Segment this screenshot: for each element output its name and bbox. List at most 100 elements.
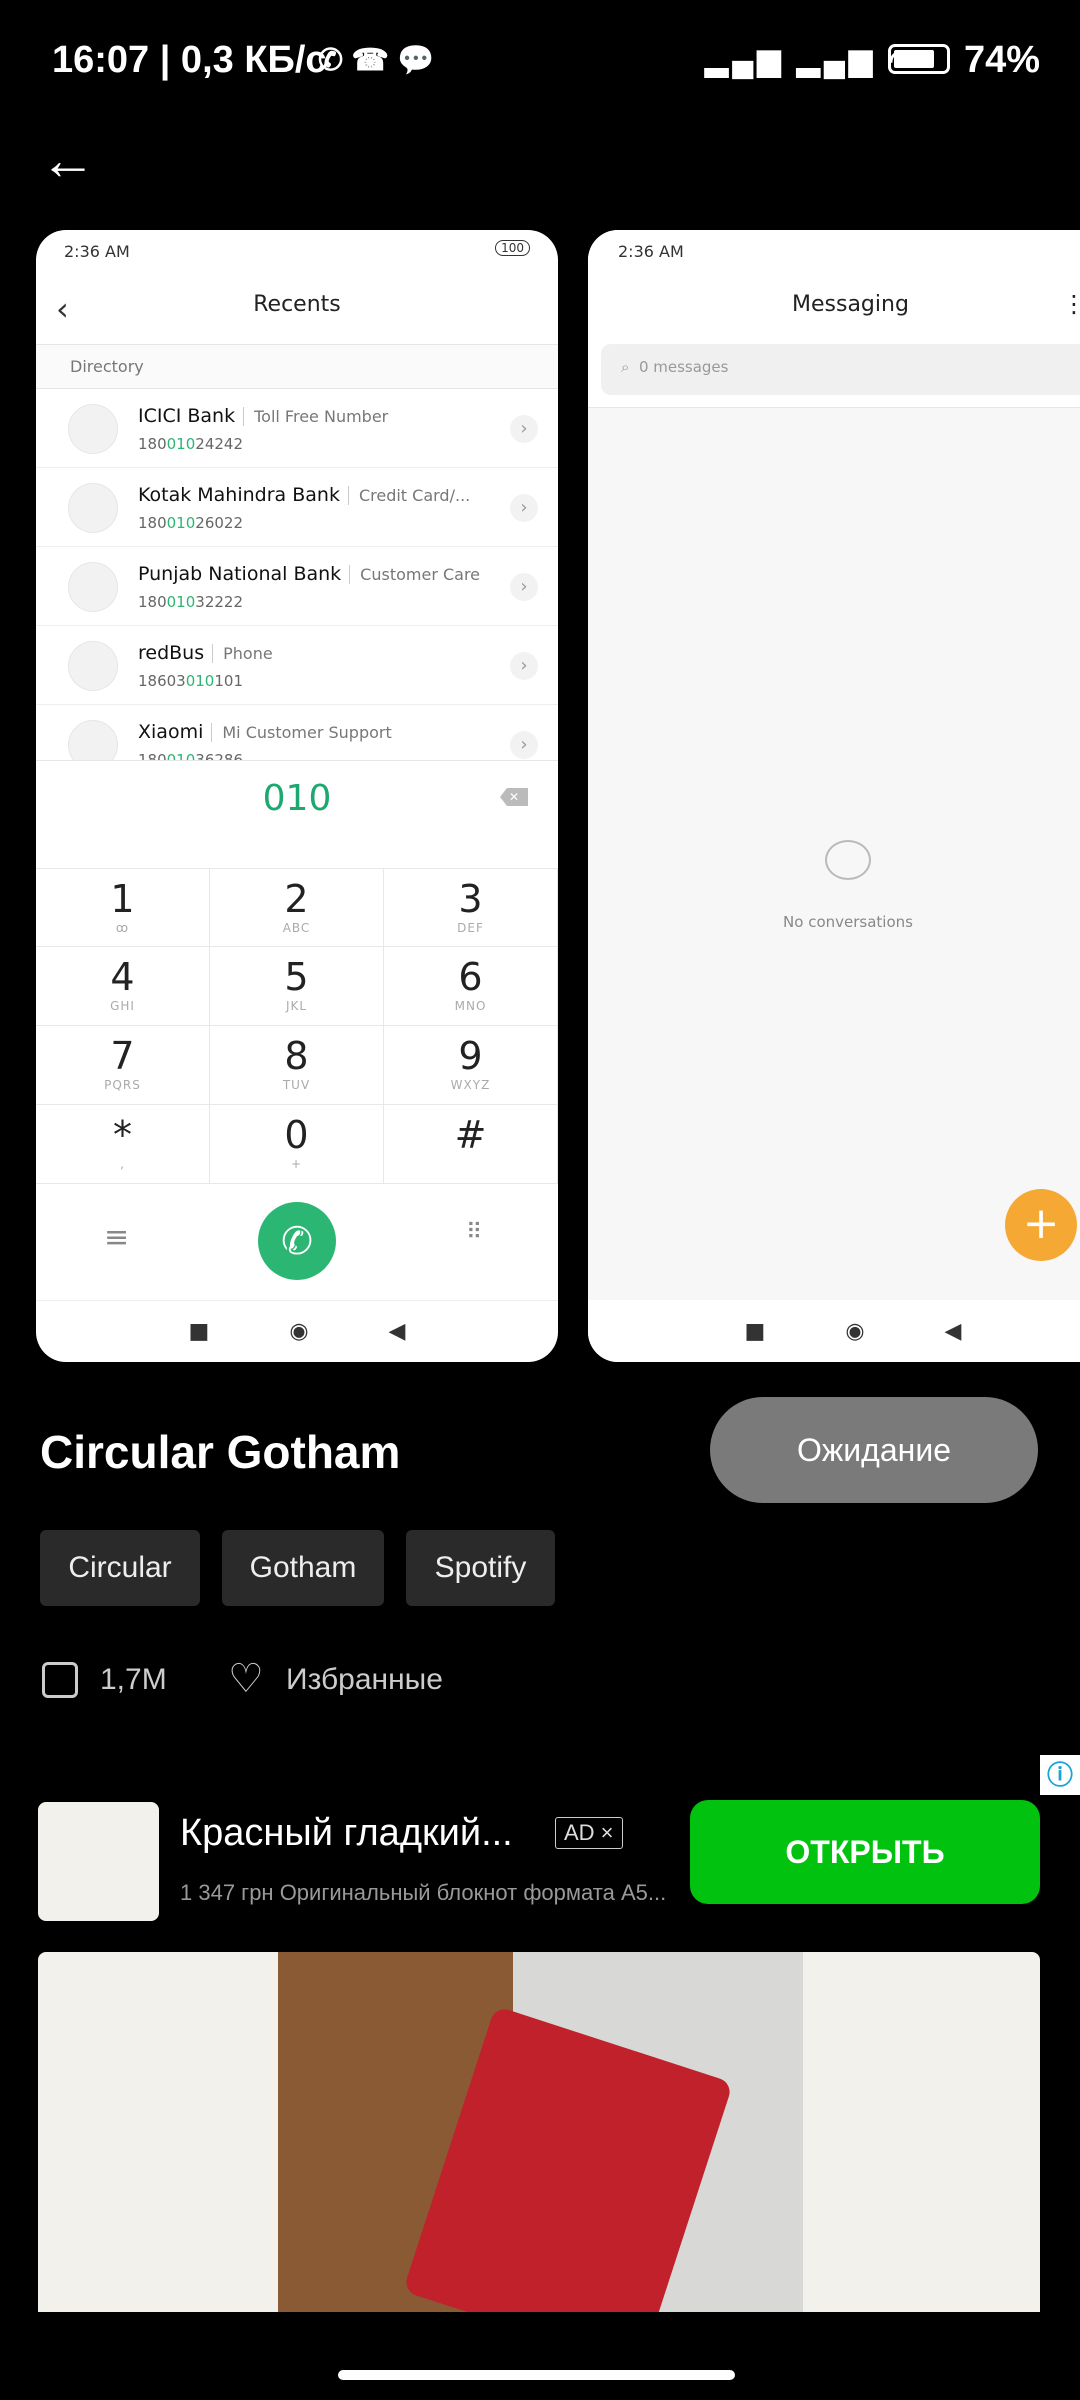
file-size: 1,7M bbox=[100, 1663, 167, 1696]
key-letters: JKL bbox=[285, 999, 308, 1013]
key-digit: 7 bbox=[110, 1034, 135, 1078]
contact-name: ICICI Bank bbox=[138, 405, 236, 427]
favorites-label[interactable]: Избранные bbox=[286, 1663, 443, 1697]
contact-number: 18001032222 bbox=[138, 593, 243, 611]
battery-icon: 100 bbox=[495, 240, 530, 256]
avatar bbox=[68, 562, 118, 612]
key-letters: GHI bbox=[110, 999, 135, 1013]
key-digit: 3 bbox=[458, 877, 483, 921]
pending-button[interactable]: Ожидание bbox=[710, 1397, 1038, 1503]
key-2[interactable]: 3 DEF bbox=[384, 868, 558, 947]
number-part: 180 bbox=[138, 593, 167, 611]
screenshot-messaging[interactable]: 2:36 AM Messaging ⋮ ⌕ 0 messages No conv… bbox=[588, 230, 1080, 1362]
status-time: 16:07 | 0,3 КБ/с bbox=[52, 38, 327, 81]
back-nav-icon: ◀ bbox=[944, 1318, 962, 1344]
number-match: 010 bbox=[185, 672, 215, 690]
chevron-right-icon[interactable]: › bbox=[510, 415, 538, 443]
search-field: ⌕ 0 messages bbox=[601, 344, 1080, 395]
chevron-right-icon[interactable]: › bbox=[510, 731, 538, 759]
recents-nav-icon: ■ bbox=[188, 1319, 210, 1344]
key-letters: DEF bbox=[457, 921, 484, 935]
ad-description: 1 347 грн Оригинальный блокнот формата A… bbox=[180, 1880, 667, 1905]
new-message-fab: + bbox=[1005, 1189, 1077, 1261]
ad-badge[interactable]: AD × bbox=[555, 1817, 623, 1849]
home-nav-icon: ◉ bbox=[289, 1319, 309, 1344]
key-5[interactable]: 6 MNO bbox=[384, 947, 558, 1026]
key-digit: * bbox=[113, 1113, 132, 1157]
chat-bubble-icon bbox=[825, 840, 871, 880]
key-6[interactable]: 7 PQRS bbox=[36, 1026, 210, 1105]
key-letters: MNO bbox=[454, 999, 487, 1013]
screenshot-dialer[interactable]: 2:36 AM 100 ‹ Recents Directory ICICI Ba… bbox=[36, 230, 558, 1362]
ad-open-button[interactable]: ОТКРЫТЬ bbox=[690, 1800, 1040, 1904]
chevron-right-icon[interactable]: › bbox=[510, 573, 538, 601]
contact-name: Punjab National Bank bbox=[138, 563, 342, 585]
size-icon bbox=[42, 1662, 78, 1698]
home-indicator[interactable] bbox=[338, 2370, 735, 2380]
number-match: 010 bbox=[166, 593, 196, 611]
number-part: 180 bbox=[138, 514, 167, 532]
dialpad-icon[interactable]: ⠿ bbox=[466, 1220, 482, 1245]
chevron-right-icon[interactable]: › bbox=[510, 652, 538, 680]
key-letters: ABC bbox=[282, 921, 311, 935]
key-digit: 0 bbox=[284, 1113, 309, 1157]
menu-icon[interactable]: ≡ bbox=[104, 1220, 129, 1255]
key-digit: 2 bbox=[284, 877, 309, 921]
avatar bbox=[68, 641, 118, 691]
contact-label: Mi Customer Support bbox=[211, 723, 392, 742]
contact-name-line: Xiaomi Mi Customer Support bbox=[138, 721, 392, 743]
number-match: 010 bbox=[166, 514, 196, 532]
contact-row[interactable]: ICICI Bank Toll Free Number 18001024242 › bbox=[36, 389, 558, 468]
avatar bbox=[68, 404, 118, 454]
ad-title[interactable]: Красный гладкий... bbox=[180, 1812, 513, 1855]
back-arrow-icon[interactable]: ← bbox=[40, 132, 96, 188]
key-4[interactable]: 5 JKL bbox=[210, 947, 384, 1026]
empty-state-text: No conversations bbox=[783, 913, 913, 931]
key-digit: 1 bbox=[110, 877, 135, 921]
key-letters: + bbox=[290, 1157, 303, 1171]
nav-bar: ■ ◉ ◀ bbox=[36, 1300, 558, 1362]
call-button[interactable]: ✆ bbox=[258, 1202, 336, 1280]
heart-icon[interactable]: ♡ bbox=[228, 1656, 264, 1702]
key-letters: ꝏ bbox=[115, 921, 130, 935]
ad-image[interactable] bbox=[38, 1952, 1040, 2312]
contact-row[interactable]: redBus Phone 18603010101 › bbox=[36, 626, 558, 705]
key-8[interactable]: 9 WXYZ bbox=[384, 1026, 558, 1105]
contact-number: 18603010101 bbox=[138, 672, 243, 690]
viber-icon: ✆ ☎ 💬 bbox=[318, 43, 435, 77]
ad-thumbnail[interactable] bbox=[38, 1802, 159, 1921]
key-10[interactable]: 0 + bbox=[210, 1105, 384, 1184]
tag-circular[interactable]: Circular bbox=[40, 1530, 200, 1606]
recents-nav-icon: ■ bbox=[744, 1318, 766, 1344]
tag-spotify[interactable]: Spotify bbox=[406, 1530, 555, 1606]
search-placeholder: 0 messages bbox=[638, 358, 729, 376]
contact-name-line: Punjab National Bank Customer Care bbox=[138, 563, 481, 585]
key-7[interactable]: 8 TUV bbox=[210, 1026, 384, 1105]
number-match: 010 bbox=[166, 435, 196, 453]
key-letters: TUV bbox=[282, 1078, 311, 1092]
key-digit: 8 bbox=[284, 1034, 309, 1078]
header-title: Messaging bbox=[792, 292, 909, 317]
chevron-right-icon[interactable]: › bbox=[510, 494, 538, 522]
key-letters: WXYZ bbox=[450, 1078, 491, 1092]
tag-gotham[interactable]: Gotham bbox=[222, 1530, 384, 1606]
contact-number: 18001026022 bbox=[138, 514, 243, 532]
key-3[interactable]: 4 GHI bbox=[36, 947, 210, 1026]
key-digit: 5 bbox=[284, 955, 309, 999]
contact-name: Kotak Mahindra Bank bbox=[138, 484, 340, 506]
contact-row[interactable]: Kotak Mahindra Bank Credit Card/... 18001… bbox=[36, 468, 558, 547]
battery-icon bbox=[888, 44, 950, 74]
key-digit: # bbox=[454, 1113, 487, 1157]
contact-row[interactable]: Punjab National Bank Customer Care 180010… bbox=[36, 547, 558, 626]
key-0[interactable]: 1ꝏ bbox=[36, 868, 210, 947]
section-header: Directory bbox=[36, 344, 558, 389]
key-11[interactable]: # bbox=[384, 1105, 558, 1184]
contact-name: redBus bbox=[138, 642, 205, 664]
ad-info-icon[interactable]: ⓘ bbox=[1040, 1755, 1080, 1795]
number-part: 101 bbox=[214, 672, 243, 690]
home-nav-icon: ◉ bbox=[845, 1318, 865, 1344]
contact-label: Credit Card/... bbox=[347, 486, 471, 505]
contact-name: Xiaomi bbox=[138, 721, 204, 743]
key-9[interactable]: *, bbox=[36, 1105, 210, 1184]
key-1[interactable]: 2 ABC bbox=[210, 868, 384, 947]
